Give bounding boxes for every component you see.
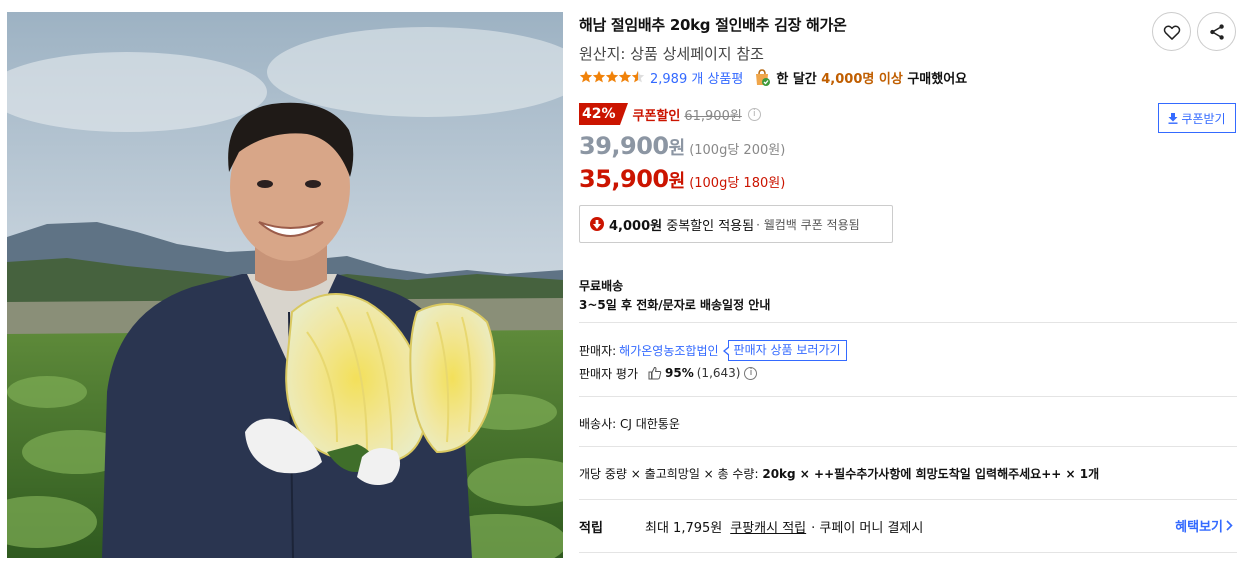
star-icon (592, 70, 606, 83)
star-icon (618, 70, 632, 83)
get-coupon-label: 쿠폰받기 (1181, 111, 1226, 126)
delivery-carrier: 배송사: CJ 대한통운 (579, 417, 680, 431)
star-icon (631, 70, 645, 83)
extra-discount-text: 4,000원 중복할인 적용됨 (609, 218, 755, 234)
coupon-discount-row: 42% 쿠폰할인 61,900원 i (579, 103, 761, 125)
seller-rating-row: 판매자 평가 95% (1,643) i (579, 364, 758, 382)
chevron-right-icon (1226, 520, 1233, 531)
reward-label: 적립 (579, 520, 603, 536)
reward-max: 최대 1,795원 (645, 520, 723, 536)
option-label: 개당 중량 × 출고희망일 × 총 수량: (579, 467, 759, 481)
divider (579, 446, 1237, 447)
divider (579, 552, 1237, 553)
share-icon (1209, 23, 1224, 40)
seller-rating-count: (1,643) (696, 366, 741, 380)
download-icon (1168, 112, 1178, 124)
sale-price-amount: 39,900 (579, 132, 669, 160)
sale-price-unit: (100g당 200원) (689, 143, 786, 158)
get-coupon-button[interactable]: 쿠폰받기 (1158, 103, 1236, 133)
info-icon[interactable]: i (744, 366, 758, 380)
option-value: 20kg × ++필수추가사항에 희망도착일 입력해주세요++ × 1개 (762, 467, 1100, 481)
coupon-price-currency: 원 (668, 171, 686, 192)
view-benefits-label: 혜택보기 (1175, 520, 1223, 535)
welcome-back-coupon-text: · 웰컴백 쿠폰 적용됨 (756, 217, 860, 232)
arrow-down-icon (590, 217, 604, 231)
original-price: 61,900원 (684, 108, 742, 124)
seller-label: 판매자: (579, 343, 617, 358)
view-benefits-link[interactable]: 혜택보기 (1175, 516, 1233, 535)
seller-rating-label: 판매자 평가 (579, 366, 639, 381)
thumbs-up-icon (648, 366, 662, 380)
divider (579, 322, 1237, 323)
seller-rating-percent: 95% (665, 366, 694, 380)
rating-row: 2,989 개 상품평 한 달간 4,000명 이상 구매했어요 (579, 67, 967, 87)
coupon-discount-label: 쿠폰할인 (632, 108, 681, 124)
product-origin: 원산지: 상품 상세페이지 참조 (579, 45, 764, 63)
product-image[interactable] (7, 12, 563, 558)
seller-products-button[interactable]: 판매자 상품 보러가기 (722, 339, 847, 361)
review-count-link[interactable]: 2,989 개 상품평 (650, 68, 743, 87)
coupon-price-amount: 35,900 (579, 165, 669, 193)
coupon-price-unit: (100g당 180원) (689, 176, 786, 191)
sale-price: 39,900 원 (100g당 200원) (579, 132, 785, 160)
discount-badge: 42% (579, 103, 627, 125)
divider (579, 396, 1237, 397)
shopping-bag-check-icon (756, 68, 771, 86)
coupon-price: 35,900 원 (100g당 180원) (579, 165, 785, 193)
reward-condition: · 쿠페이 머니 결제시 (811, 520, 924, 536)
heart-icon (1163, 24, 1180, 40)
selected-option: 개당 중량 × 출고희망일 × 총 수량: 20kg × ++필수추가사항에 희… (579, 465, 1099, 482)
extra-discount-box[interactable]: 4,000원 중복할인 적용됨 · 웰컴백 쿠폰 적용됨 (579, 205, 893, 243)
shipping-info: 무료배송 3~5일 후 전화/문자로 배송일정 안내 (579, 277, 770, 315)
reward-row: 적립 최대 1,795원 쿠팡캐시 적립 · 쿠페이 머니 결제시 혜택보기 (579, 516, 1237, 536)
shipping-detail: 3~5일 후 전화/문자로 배송일정 안내 (579, 298, 771, 312)
product-title: 해남 절임배추 20kg 절인배추 김장 해가온 (579, 16, 847, 34)
divider (579, 499, 1237, 500)
star-icon (605, 70, 619, 83)
seller-row: 판매자: 해가온영농조합법인 판매자 상품 보러가기 (579, 339, 847, 361)
info-icon[interactable]: i (747, 107, 761, 121)
coupang-cash-link[interactable]: 쿠팡캐시 적립 (730, 517, 806, 536)
shipping-title: 무료배송 (579, 279, 624, 293)
seller-name-link[interactable]: 해가온영농조합법인 (619, 342, 718, 359)
sale-price-currency: 원 (668, 138, 686, 159)
star-icon (579, 70, 593, 83)
like-button[interactable] (1152, 12, 1191, 51)
purchase-count-text: 한 달간 4,000명 이상 구매했어요 (776, 71, 968, 87)
share-button[interactable] (1197, 12, 1236, 51)
star-rating (579, 70, 645, 84)
